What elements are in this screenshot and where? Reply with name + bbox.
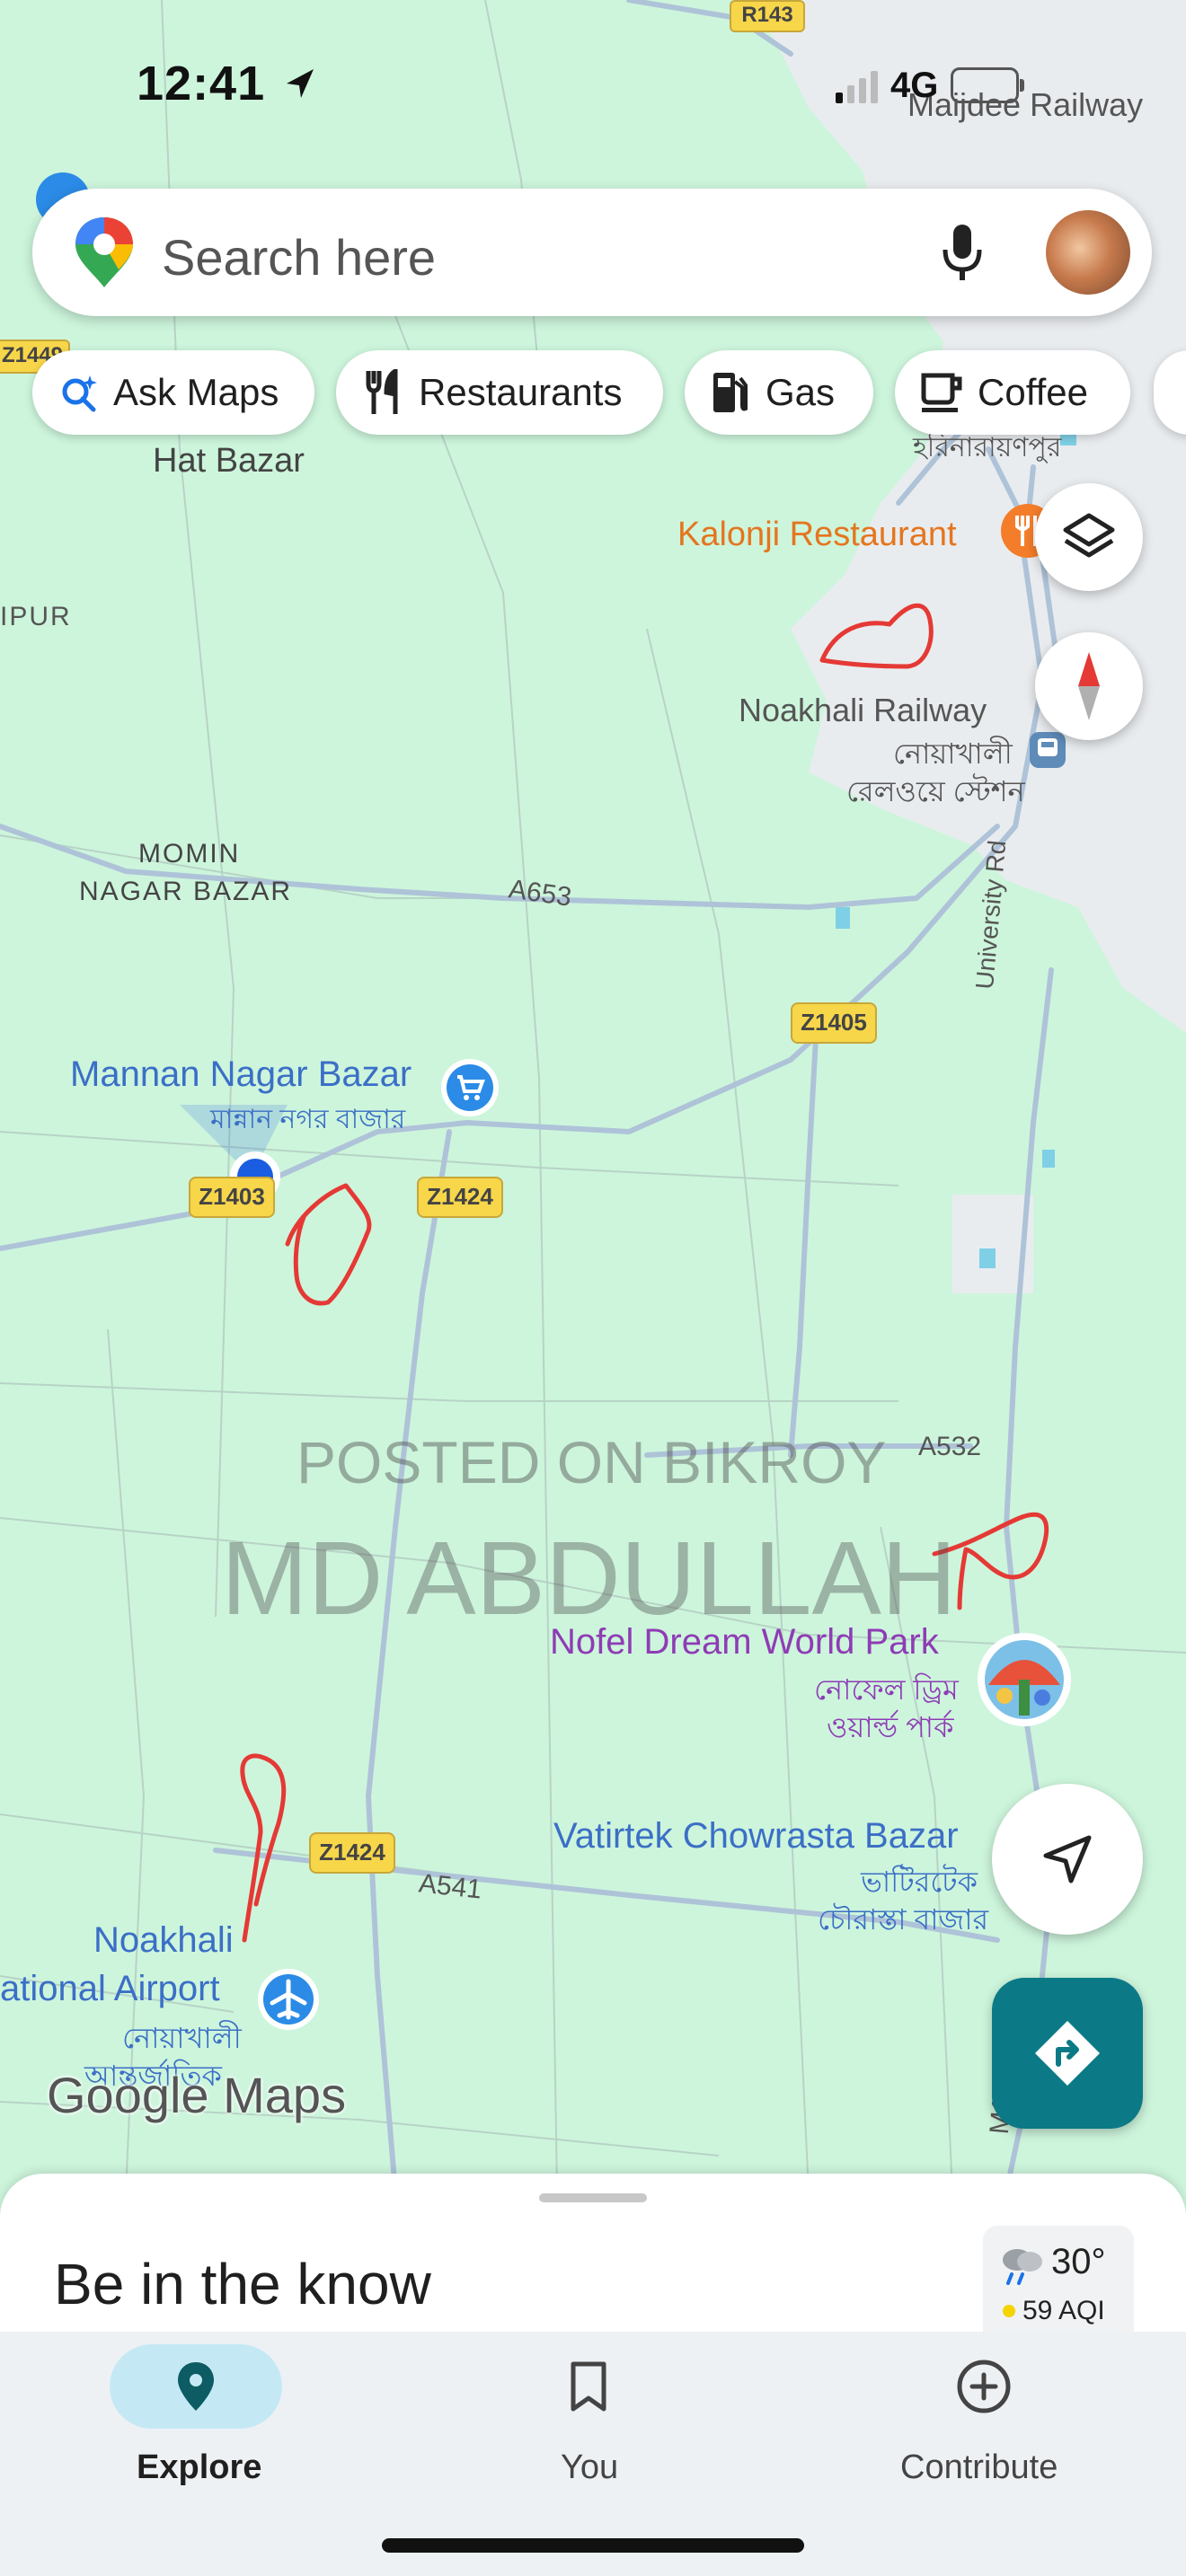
nav-you-label[interactable]: You <box>561 2448 618 2487</box>
ask-maps-sparkle-icon <box>62 375 97 412</box>
search-bar[interactable]: Search here <box>32 189 1152 316</box>
shopping-pin-icon[interactable] <box>441 1059 499 1116</box>
map-label-nofel-bn2: ওয়ার্ল্ড পার্ক <box>827 1711 954 1743</box>
map-label-vatirtek-bn2: চৌরাস্তা বাজার <box>818 1903 989 1936</box>
compass-icon <box>1078 652 1100 720</box>
watermark-posted-on: POSTED ON BIKROY <box>296 1429 887 1495</box>
google-maps-pin-icon <box>75 217 133 287</box>
park-photo-pin[interactable] <box>978 1633 1071 1726</box>
nav-explore[interactable] <box>110 2344 282 2429</box>
map-label-hat-bazar: Hat Bazar <box>153 442 305 480</box>
chip-gas[interactable]: Gas <box>685 350 873 435</box>
directions-icon <box>1035 2021 1100 2086</box>
rain-cloud-icon <box>1003 2249 1042 2285</box>
road-label-a532: A532 <box>918 1432 982 1461</box>
chip-restaurants[interactable]: Restaurants <box>336 350 663 435</box>
temperature: 30° <box>1051 2242 1106 2281</box>
coffee-cup-icon <box>921 373 962 412</box>
road-label-a541: A541 <box>417 1868 483 1905</box>
road-shield-z1405: Z1405 <box>791 1002 877 1044</box>
watermark-name: MD ABDULLAH <box>221 1520 957 1636</box>
road-shield-z1403: Z1403 <box>189 1177 275 1218</box>
status-icons: 4G <box>836 63 1025 108</box>
map-label-railway-station-bn: রেলওয়ে স্টেশন <box>846 775 1025 807</box>
fork-knife-icon <box>366 369 398 414</box>
status-time-text: 12:41 <box>137 57 266 110</box>
microphone-icon[interactable] <box>940 223 985 282</box>
map-label-mannan-nagar-bazar: Mannan Nagar Bazar <box>70 1054 412 1094</box>
status-time: 12:41 <box>137 56 319 111</box>
battery-icon <box>951 67 1025 103</box>
aqi-value: 59 AQI <box>1022 2296 1105 2325</box>
map-label-kalonji-restaurant: Kalonji Restaurant <box>677 516 957 553</box>
compass-button[interactable] <box>1035 632 1143 740</box>
weather-widget[interactable]: 30° 59 AQI <box>983 2226 1134 2346</box>
chip-label: Gas <box>766 371 836 413</box>
road-shield-z1424-south: Z1424 <box>309 1832 395 1874</box>
map-label-airport-1: Noakhali <box>93 1920 234 1960</box>
nav-contribute-label[interactable]: Contribute <box>900 2448 1058 2487</box>
chip-label: Restaurants <box>419 371 623 413</box>
profile-avatar[interactable] <box>1046 210 1130 295</box>
network-type: 4G <box>890 65 939 105</box>
google-maps-logo: Google Maps <box>47 2067 347 2123</box>
location-arrow-icon <box>287 69 314 98</box>
chip-label: Coffee <box>978 371 1088 413</box>
search-input[interactable]: Search here <box>162 228 436 287</box>
bookmark-icon[interactable] <box>568 2360 609 2413</box>
signal-icon <box>836 67 878 103</box>
map-label-nagar-bazar: NAGAR BAZAR <box>79 877 293 906</box>
map-label-noakhali-railway: Noakhali Railway <box>739 692 987 728</box>
chip-label: Ask Maps <box>113 371 279 413</box>
road-shield-r143: R143 <box>730 0 805 32</box>
navigation-arrow-icon <box>1043 1835 1092 1883</box>
airport-pin-icon[interactable] <box>258 1969 319 2030</box>
gas-pump-icon <box>713 373 748 412</box>
home-indicator[interactable] <box>382 2538 804 2553</box>
my-location-button[interactable] <box>992 1784 1143 1935</box>
nav-explore-label[interactable]: Explore <box>137 2448 261 2487</box>
aqi-dot-icon <box>1003 2305 1015 2317</box>
add-circle-icon[interactable] <box>956 2359 1012 2414</box>
map-label-ipur: IPUR <box>0 602 72 631</box>
map-label-vatirtek: Vatirtek Chowrasta Bazar <box>553 1816 959 1856</box>
map-label-airport-2: ational Airport <box>0 1969 220 2008</box>
map-label-mannan-bn: মান্নান নগর বাজার <box>210 1105 406 1134</box>
road-shield-z1424: Z1424 <box>417 1177 503 1218</box>
sheet-drag-handle[interactable] <box>539 2193 647 2202</box>
map-label-momin: MOMIN <box>138 839 241 869</box>
chip-coffee[interactable]: Coffee <box>895 350 1130 435</box>
chip-ask-maps[interactable]: Ask Maps <box>32 350 314 435</box>
directions-button[interactable] <box>992 1978 1143 2129</box>
train-station-pin-icon[interactable] <box>1030 732 1066 768</box>
layers-button[interactable] <box>1035 483 1143 591</box>
explore-pin-icon <box>178 2362 214 2411</box>
sheet-title: Be in the know <box>54 2252 431 2316</box>
layers-icon <box>1063 513 1115 558</box>
